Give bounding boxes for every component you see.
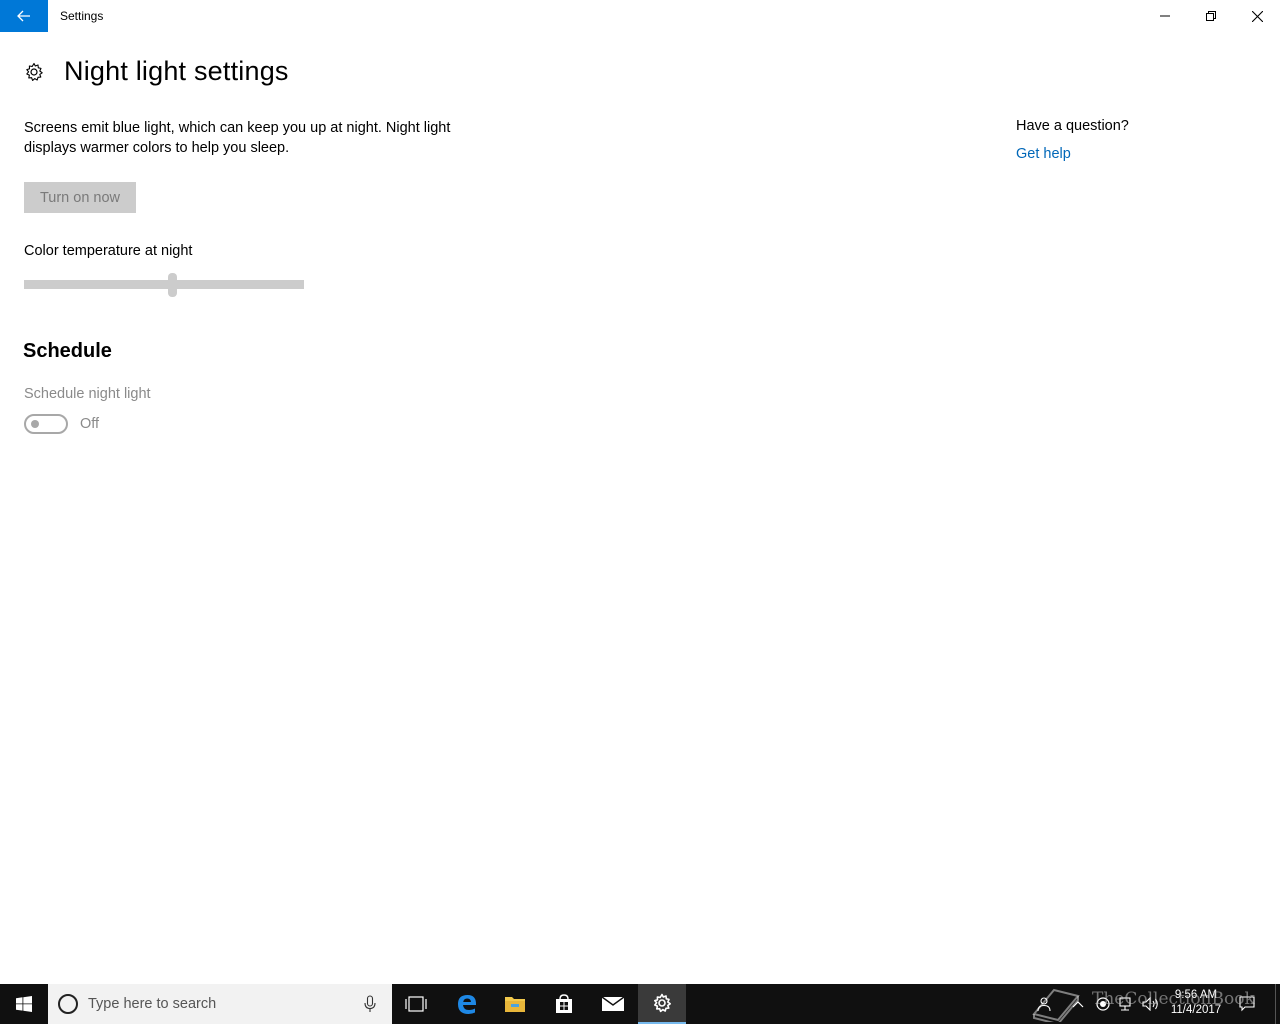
help-heading: Have a question? xyxy=(1016,118,1129,134)
action-center-button[interactable] xyxy=(1236,984,1258,1024)
minimize-icon xyxy=(1160,15,1170,17)
mail-button[interactable] xyxy=(589,984,637,1024)
store-icon xyxy=(556,994,572,1013)
mail-icon xyxy=(601,996,625,1011)
windows-logo-icon xyxy=(16,996,32,1012)
close-button[interactable] xyxy=(1234,0,1280,32)
schedule-night-light-label: Schedule night light xyxy=(24,386,151,402)
color-temperature-label: Color temperature at night xyxy=(24,243,193,259)
volume-button[interactable] xyxy=(1140,984,1162,1024)
volume-icon xyxy=(1142,997,1158,1011)
edge-icon xyxy=(458,995,477,1014)
page-title: Night light settings xyxy=(64,56,289,86)
back-arrow-icon xyxy=(17,10,30,22)
taskbar-clock[interactable]: 9:56 AM 11/4/2017 xyxy=(1166,988,1226,1018)
title-bar: Settings xyxy=(0,0,1280,32)
search-placeholder: Type here to search xyxy=(88,996,217,1012)
taskbar: Type here to search 9:56 AM 11/4/2017 Th… xyxy=(0,984,1280,1024)
get-help-link[interactable]: Get help xyxy=(1016,146,1071,162)
settings-gear-icon xyxy=(654,993,671,1013)
window-title: Settings xyxy=(60,9,104,23)
taskbar-search-box[interactable]: Type here to search xyxy=(48,984,392,1024)
toggle-state-text: Off xyxy=(80,416,100,432)
task-view-icon xyxy=(405,996,427,1012)
clock-time: 9:56 AM xyxy=(1174,989,1218,1001)
schedule-heading: Schedule xyxy=(23,340,112,362)
gear-icon xyxy=(26,62,43,81)
network-button[interactable] xyxy=(1116,984,1136,1024)
people-button[interactable] xyxy=(1032,984,1056,1024)
task-view-button[interactable] xyxy=(392,984,440,1024)
chevron-up-icon xyxy=(1072,1001,1084,1008)
turn-on-now-button[interactable]: Turn on now xyxy=(24,182,136,213)
show-hidden-icons-button[interactable] xyxy=(1068,984,1088,1024)
night-light-description: Screens emit blue light, which can keep … xyxy=(24,120,451,156)
people-icon xyxy=(1037,997,1051,1012)
microphone-icon[interactable] xyxy=(364,995,376,1013)
color-temperature-slider-thumb[interactable] xyxy=(167,273,177,297)
edge-taskbar-button[interactable] xyxy=(443,984,491,1024)
record-icon xyxy=(1096,997,1110,1011)
store-button[interactable] xyxy=(540,984,588,1024)
close-icon xyxy=(1251,10,1263,22)
show-desktop-button[interactable] xyxy=(1275,984,1280,1024)
minimize-button[interactable] xyxy=(1142,0,1188,32)
network-icon xyxy=(1119,997,1131,1011)
action-center-icon xyxy=(1239,996,1255,1012)
back-button[interactable] xyxy=(0,0,48,32)
toggle-knob xyxy=(31,420,39,428)
folder-icon xyxy=(505,997,525,1012)
schedule-night-light-toggle[interactable] xyxy=(24,414,68,434)
cortana-icon xyxy=(58,994,78,1014)
restore-button[interactable] xyxy=(1188,0,1234,32)
file-explorer-button[interactable] xyxy=(491,984,539,1024)
record-tray-button[interactable] xyxy=(1094,984,1112,1024)
clock-date: 11/4/2017 xyxy=(1170,1004,1222,1016)
settings-taskbar-button[interactable] xyxy=(638,984,686,1024)
restore-icon xyxy=(1206,11,1216,21)
start-button[interactable] xyxy=(0,984,48,1024)
color-temperature-slider[interactable] xyxy=(24,280,304,289)
